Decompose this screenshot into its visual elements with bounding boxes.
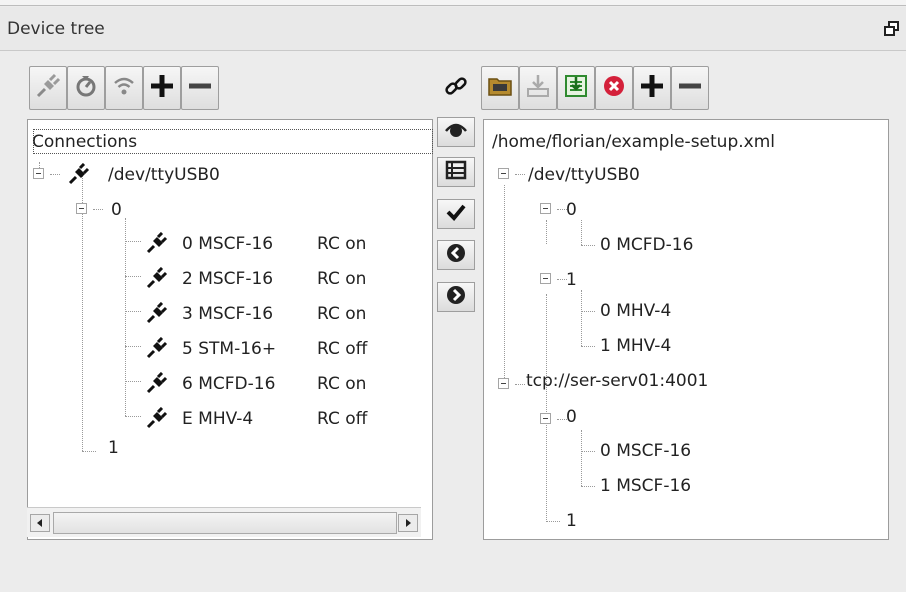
minus-icon bbox=[677, 73, 703, 104]
collapse-toggle[interactable] bbox=[540, 273, 551, 284]
arrow-left-icon bbox=[445, 242, 467, 269]
device-rc-status[interactable]: RC off bbox=[317, 339, 367, 361]
device-rc-status[interactable]: RC on bbox=[317, 304, 366, 326]
check-icon bbox=[445, 202, 467, 227]
device-id[interactable]: 0 MSCF-16 bbox=[182, 234, 273, 256]
plus-icon bbox=[639, 73, 665, 104]
setup-toolbar bbox=[437, 66, 767, 112]
plus-icon bbox=[149, 73, 175, 104]
collapse-toggle[interactable] bbox=[498, 168, 509, 179]
refresh-icon bbox=[74, 74, 98, 103]
device-id[interactable]: E MHV-4 bbox=[182, 409, 253, 431]
wireless-icon bbox=[112, 74, 136, 103]
connect-button[interactable] bbox=[29, 66, 67, 110]
connections-tree[interactable]: Connections /dev/ttyUSB0 0 0 MSCF-16 RC … bbox=[27, 119, 433, 540]
link-icon bbox=[443, 73, 469, 104]
close-red-icon bbox=[601, 73, 627, 104]
scanbus-button[interactable] bbox=[105, 66, 143, 110]
collapse-toggle[interactable] bbox=[498, 378, 509, 389]
check-button[interactable] bbox=[437, 199, 475, 229]
window-top-edge bbox=[0, 0, 906, 6]
tree-item-port[interactable]: /dev/ttyUSB0 bbox=[108, 165, 220, 187]
collapse-toggle[interactable] bbox=[540, 203, 551, 214]
view-button[interactable] bbox=[437, 117, 475, 147]
device-id[interactable]: 6 MCFD-16 bbox=[182, 374, 275, 396]
add-connection-button[interactable] bbox=[143, 66, 181, 110]
refresh-button[interactable] bbox=[67, 66, 105, 110]
move-right-button[interactable] bbox=[437, 282, 475, 312]
tree-item-connection[interactable]: /dev/ttyUSB0 bbox=[528, 165, 640, 187]
plug-icon bbox=[35, 73, 61, 104]
open-setup-button[interactable] bbox=[481, 66, 519, 110]
collapse-toggle[interactable] bbox=[33, 168, 44, 179]
plug-icon bbox=[146, 266, 168, 289]
plug-icon bbox=[68, 162, 90, 185]
minus-icon bbox=[187, 73, 213, 104]
apply-setup-button[interactable] bbox=[557, 66, 595, 110]
tree-item-bus[interactable]: 0 bbox=[566, 407, 577, 429]
close-setup-button[interactable] bbox=[595, 66, 633, 110]
collapse-toggle[interactable] bbox=[76, 203, 87, 214]
remove-setup-item-button[interactable] bbox=[671, 66, 709, 110]
plug-icon bbox=[146, 231, 168, 254]
tree-item-device[interactable]: 1 MHV-4 bbox=[600, 336, 671, 358]
add-setup-item-button[interactable] bbox=[633, 66, 671, 110]
horizontal-scrollbar[interactable] bbox=[27, 507, 421, 537]
setup-tree[interactable]: /home/florian/example-setup.xml /dev/tty… bbox=[483, 119, 889, 540]
connections-toolbar bbox=[29, 66, 259, 112]
open-folder-icon bbox=[487, 73, 513, 104]
arrow-right-icon bbox=[445, 284, 467, 311]
float-dock-icon[interactable] bbox=[884, 21, 900, 37]
link-button[interactable] bbox=[437, 66, 475, 110]
device-rc-status[interactable]: RC on bbox=[317, 234, 366, 256]
tree-item-bus-0[interactable]: 0 bbox=[111, 200, 122, 222]
apply-icon bbox=[563, 73, 589, 104]
device-id[interactable]: 3 MSCF-16 bbox=[182, 304, 273, 326]
tree-item-device[interactable]: 0 MHV-4 bbox=[600, 301, 671, 323]
tree-item-connection[interactable]: tcp://ser-serv01:4001 bbox=[526, 371, 708, 393]
focus-indicator bbox=[33, 129, 433, 154]
device-rc-status[interactable]: RC on bbox=[317, 269, 366, 291]
save-setup-button[interactable] bbox=[519, 66, 557, 110]
remove-connection-button[interactable] bbox=[181, 66, 219, 110]
tree-item-device[interactable]: 1 MSCF-16 bbox=[600, 476, 691, 498]
scroll-left-button[interactable] bbox=[30, 514, 50, 532]
list-icon bbox=[445, 160, 467, 185]
device-rc-status[interactable]: RC on bbox=[317, 374, 366, 396]
plug-icon bbox=[146, 371, 168, 394]
scrollbar-thumb[interactable] bbox=[53, 512, 397, 534]
tree-item-device[interactable]: 0 MSCF-16 bbox=[600, 441, 691, 463]
plug-icon bbox=[146, 406, 168, 429]
collapse-toggle[interactable] bbox=[540, 413, 551, 424]
plug-icon bbox=[146, 336, 168, 359]
scroll-right-button[interactable] bbox=[398, 514, 418, 532]
dock-title-bar: Device tree bbox=[0, 7, 906, 51]
device-rc-status[interactable]: RC off bbox=[317, 409, 367, 431]
plug-icon bbox=[146, 301, 168, 324]
tree-item-bus[interactable]: 1 bbox=[566, 270, 577, 292]
tree-item-bus[interactable]: 1 bbox=[566, 511, 577, 533]
device-id[interactable]: 5 STM-16+ bbox=[182, 339, 276, 361]
eye-icon bbox=[444, 119, 468, 146]
device-id[interactable]: 2 MSCF-16 bbox=[182, 269, 273, 291]
tree-item-device[interactable]: 0 MCFD-16 bbox=[600, 235, 693, 257]
move-left-button[interactable] bbox=[437, 240, 475, 270]
list-view-button[interactable] bbox=[437, 157, 475, 187]
tree-item-bus-1[interactable]: 1 bbox=[108, 438, 119, 460]
panel-title: Device tree bbox=[7, 19, 105, 39]
save-icon bbox=[525, 73, 551, 104]
tree-item-bus[interactable]: 0 bbox=[566, 200, 577, 222]
setup-file-path[interactable]: /home/florian/example-setup.xml bbox=[492, 132, 775, 154]
